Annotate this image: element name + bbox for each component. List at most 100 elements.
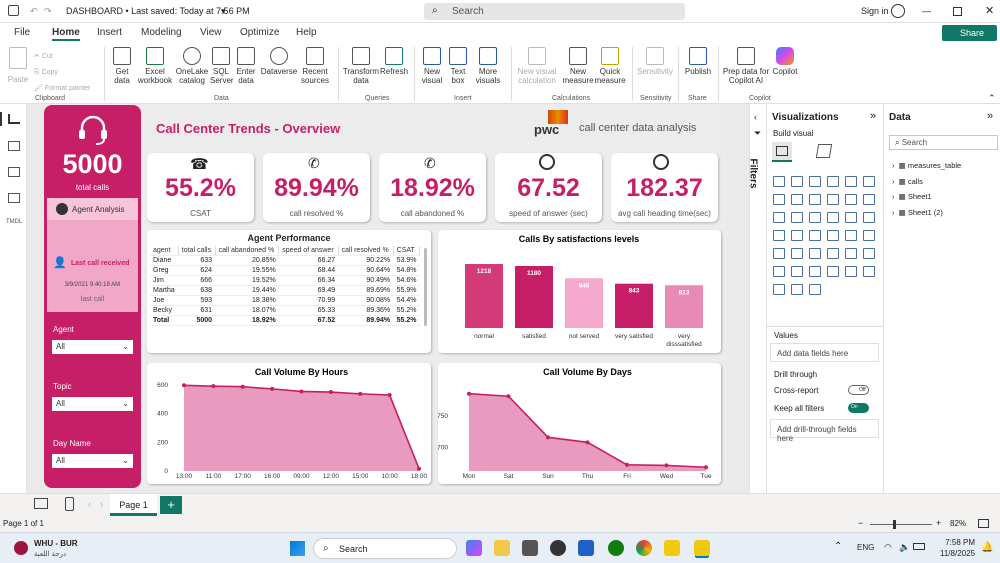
- data-point[interactable]: [664, 463, 669, 468]
- area-visual-icon[interactable]: [791, 194, 803, 205]
- powerbi-icon[interactable]: [664, 540, 680, 556]
- recent-sources-button[interactable]: Recent sources: [298, 43, 332, 85]
- dax-query-icon[interactable]: [8, 193, 20, 203]
- r-visual-visual-icon[interactable]: [845, 248, 857, 259]
- cross-report-toggle[interactable]: Off: [848, 385, 869, 395]
- xbox-icon[interactable]: [608, 540, 624, 556]
- data-point[interactable]: [299, 389, 304, 394]
- refresh-button[interactable]: Refresh: [380, 43, 408, 76]
- prev-page-icon[interactable]: ‹: [88, 499, 91, 509]
- language-indicator[interactable]: ENG: [857, 543, 874, 552]
- close-icon[interactable]: ✕: [985, 4, 994, 17]
- zoom-in-button[interactable]: +: [936, 518, 941, 528]
- text-box-button[interactable]: Text box: [446, 43, 470, 85]
- table-row[interactable]: Diane 633 20.85% 66.27 90.22% 53.9%: [150, 255, 420, 266]
- filled-map-visual-icon[interactable]: [773, 230, 785, 241]
- prep-data-copilot-button[interactable]: Prep data for Copilot AI: [721, 43, 771, 85]
- onelake-button[interactable]: OneLake catalog: [174, 43, 210, 85]
- column-header[interactable]: CSAT: [393, 246, 421, 256]
- column-header[interactable]: agent: [150, 246, 179, 256]
- 100-column-visual-icon[interactable]: [863, 176, 875, 187]
- donut-visual-icon[interactable]: [827, 212, 839, 223]
- clustered-column-visual-icon[interactable]: [827, 176, 839, 187]
- menu-view[interactable]: View: [200, 27, 222, 38]
- taskbar-search[interactable]: ⌕ Search: [313, 538, 457, 559]
- stacked-area-visual-icon[interactable]: [809, 194, 821, 205]
- key-influencers-visual-icon[interactable]: [773, 266, 785, 277]
- ribbon-visual-icon[interactable]: [845, 194, 857, 205]
- hours-chart[interactable]: Call Volume By Hours 13:00 11:00 17:00 16:00…: [147, 363, 431, 484]
- store-icon[interactable]: [522, 540, 538, 556]
- values-well[interactable]: Add data fields here: [770, 343, 879, 362]
- chevron-down-icon[interactable]: ▾: [221, 6, 226, 17]
- volume-icon[interactable]: 🔈: [899, 542, 910, 553]
- data-point[interactable]: [704, 465, 708, 470]
- zoom-out-button[interactable]: −: [858, 518, 863, 528]
- paste-button[interactable]: Paste: [5, 43, 31, 84]
- wifi-icon[interactable]: ◠: [884, 542, 892, 553]
- power-apps-visual-icon[interactable]: [773, 284, 785, 295]
- page-tab-1[interactable]: Page 1: [110, 494, 157, 516]
- weather-title[interactable]: WHU - BUR: [34, 539, 78, 548]
- collapse-icon[interactable]: »: [870, 110, 876, 122]
- collapse-icon[interactable]: »: [987, 110, 993, 122]
- new-visual-button[interactable]: New visual: [418, 43, 446, 85]
- kpi-card-csat[interactable]: ☎ 55.2% CSAT: [147, 153, 254, 222]
- table-visual-icon[interactable]: [809, 248, 821, 259]
- metrics-visual-icon[interactable]: [863, 266, 875, 277]
- weather-icon[interactable]: [14, 541, 28, 555]
- map-visual-icon[interactable]: [863, 212, 875, 223]
- card-visual-icon[interactable]: [845, 230, 857, 241]
- decomposition-tree-visual-icon[interactable]: [791, 266, 803, 277]
- kpi-card-resolved[interactable]: ✆ 89.94% call resolved %: [263, 153, 370, 222]
- data-point[interactable]: [358, 391, 363, 396]
- filters-pane[interactable]: ‹ ⏷ Filters: [748, 104, 766, 516]
- column-header[interactable]: speed of answer: [278, 246, 339, 256]
- data-point[interactable]: [211, 384, 216, 389]
- python-visual-visual-icon[interactable]: [863, 248, 875, 259]
- field-item-sheet1[interactable]: › ▦ Sheet1: [892, 189, 961, 205]
- field-item-calls[interactable]: › ▦ calls: [892, 174, 961, 190]
- add-page-button[interactable]: +: [160, 496, 182, 514]
- line-visual-icon[interactable]: [773, 194, 785, 205]
- new-visual-calculation-button[interactable]: New visual calculation: [513, 43, 561, 85]
- notification-bell-icon[interactable]: 🔔: [981, 542, 993, 553]
- redo-icon[interactable]: ↷: [44, 6, 52, 17]
- clustered-bar-visual-icon[interactable]: [809, 176, 821, 187]
- save-icon[interactable]: [8, 5, 19, 16]
- new-measure-button[interactable]: New measure: [562, 43, 594, 85]
- drill-through-well[interactable]: Add drill-through fields here: [770, 419, 879, 443]
- transform-data-button[interactable]: Transform data: [342, 43, 380, 85]
- collapse-ribbon-icon[interactable]: ⌃: [988, 93, 996, 104]
- matrix-visual-icon[interactable]: [827, 248, 839, 259]
- data-point[interactable]: [387, 393, 392, 398]
- enter-data-button[interactable]: Enter data: [234, 43, 258, 85]
- format-visual-icon[interactable]: [815, 144, 833, 158]
- narrative-visual-icon[interactable]: [827, 266, 839, 277]
- undo-icon[interactable]: ↶: [30, 6, 38, 17]
- data-point[interactable]: [240, 384, 245, 389]
- next-page-icon[interactable]: ›: [100, 499, 103, 509]
- menu-help[interactable]: Help: [296, 27, 317, 38]
- power-automate-visual-icon[interactable]: [791, 284, 803, 295]
- shape-map-visual-icon[interactable]: [791, 230, 803, 241]
- days-chart[interactable]: Call Volume By Days Mon Sat Sun Thu Fri Wed Tue…: [437, 363, 721, 484]
- sign-in-link[interactable]: Sign in: [861, 6, 889, 16]
- multi-row-card-visual-icon[interactable]: [863, 230, 875, 241]
- publish-button[interactable]: Publish: [682, 43, 714, 76]
- field-item-sheet1-2[interactable]: › ▦ Sheet1 (2): [892, 205, 961, 221]
- file-explorer-icon[interactable]: [494, 540, 510, 556]
- column-header[interactable]: call abandoned %: [215, 246, 280, 256]
- waterfall-visual-icon[interactable]: [863, 194, 875, 205]
- tray-chevron-icon[interactable]: ⌃: [834, 541, 842, 552]
- data-point[interactable]: [270, 386, 275, 391]
- agent-performance-table[interactable]: Agent Performance agent total calls call…: [147, 230, 431, 353]
- model-view-icon[interactable]: [8, 167, 20, 177]
- data-point[interactable]: [546, 435, 550, 440]
- app-icon[interactable]: [578, 540, 594, 556]
- sql-server-button[interactable]: SQL Server: [210, 43, 234, 85]
- maximize-icon[interactable]: [953, 7, 962, 16]
- more-visuals-button[interactable]: More visuals: [470, 43, 506, 85]
- menu-home[interactable]: Home: [52, 27, 80, 41]
- data-point[interactable]: [467, 391, 471, 396]
